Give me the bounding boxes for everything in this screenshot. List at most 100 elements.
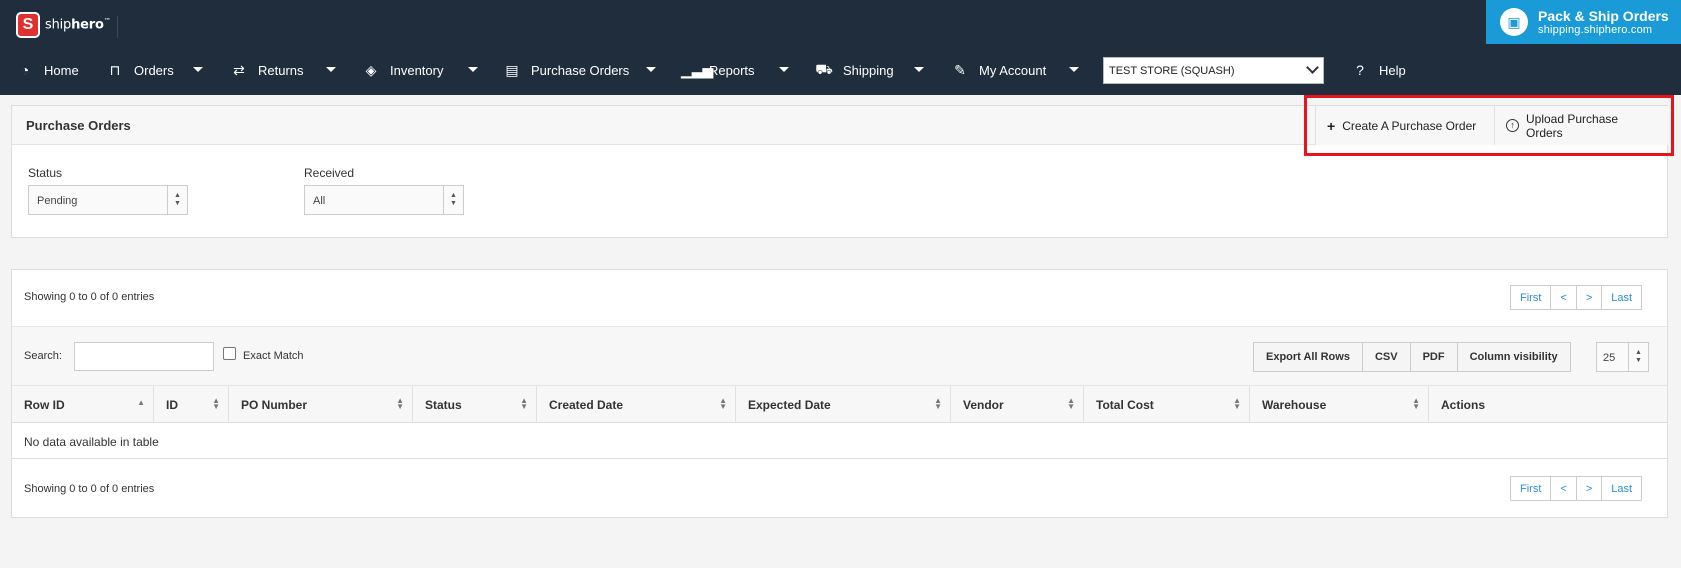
- signal-icon: ▁▃▅: [681, 61, 714, 78]
- sort-icon: ▲ ▼: [1233, 396, 1241, 411]
- column-header-warehouse[interactable]: Warehouse ▲ ▼: [1250, 386, 1429, 423]
- status-filter-select[interactable]: Pending ▲ ▼: [28, 185, 188, 215]
- column-header-label: Vendor: [963, 398, 1004, 412]
- pdf-button[interactable]: PDF: [1409, 342, 1458, 372]
- table-info-bottom: Showing 0 to 0 of 0 entries: [24, 483, 155, 495]
- received-filter-select[interactable]: All ▲ ▼: [304, 185, 464, 215]
- upload-purchase-orders-label: Upload Purchase Orders: [1526, 111, 1619, 140]
- nav-reports[interactable]: ▁▃▅ Reports: [681, 54, 755, 86]
- sort-icon: ▲ ▼: [520, 396, 528, 411]
- table-info-top: Showing 0 to 0 of 0 entries: [24, 291, 155, 303]
- panel-header: Purchase Orders + Create A Purchase Orde…: [12, 106, 1669, 145]
- purchase-orders-caret-icon[interactable]: [646, 67, 656, 72]
- column-header-status[interactable]: Status ▲ ▼: [413, 386, 537, 423]
- pager-last-button[interactable]: Last: [1601, 285, 1643, 310]
- sort-icon: ▲ ▼: [719, 396, 727, 411]
- nav-orders[interactable]: ⊓ Orders: [106, 54, 174, 86]
- pager-prev-button[interactable]: <: [1550, 285, 1577, 310]
- nav-help-label: Help: [1379, 62, 1406, 78]
- pager-first-button[interactable]: First: [1510, 476, 1552, 501]
- pager-first-button[interactable]: First: [1510, 285, 1552, 310]
- brand-tm: ™: [103, 17, 111, 26]
- purchase-orders-table-panel: Showing 0 to 0 of 0 entries First < > La…: [11, 269, 1668, 518]
- pagination-top: First < > Last: [1510, 285, 1643, 310]
- brand-name: shiphero™: [45, 17, 111, 32]
- nav-my-account[interactable]: ✎ My Account: [951, 54, 1046, 86]
- store-select[interactable]: TEST STORE (SQUASH): [1103, 57, 1324, 84]
- nav-help[interactable]: ? Help: [1351, 54, 1406, 86]
- table-toolbar: Search: Exact Match Export All Rows CSV …: [12, 326, 1667, 386]
- nav-inventory[interactable]: ◈ Inventory: [362, 54, 444, 86]
- search-input[interactable]: [74, 342, 214, 371]
- inbox-icon: ⊓: [109, 61, 121, 78]
- upload-circle-icon: ↑: [1506, 119, 1519, 132]
- promo-subtitle: shipping.shiphero.com: [1538, 23, 1653, 36]
- column-header-label: Expected Date: [748, 398, 831, 412]
- create-purchase-order-button[interactable]: + Create A Purchase Order: [1315, 106, 1495, 145]
- inventory-caret-icon[interactable]: [468, 67, 478, 72]
- sort-asc-icon: ▲: [137, 398, 145, 407]
- pack-ship-promo-button[interactable]: ▣ Pack & Ship Orders shipping.shiphero.c…: [1486, 0, 1681, 44]
- pager-next-button[interactable]: >: [1575, 285, 1603, 310]
- column-header-row-id[interactable]: Row ID ▲: [12, 386, 154, 423]
- pager-last-button[interactable]: Last: [1601, 476, 1643, 501]
- column-header-vendor[interactable]: Vendor ▲ ▼: [951, 386, 1084, 423]
- reports-caret-icon[interactable]: [779, 67, 789, 72]
- question-circle-icon: ?: [1356, 62, 1364, 78]
- nav-home-label: Home: [44, 62, 79, 78]
- nav-returns[interactable]: ⇄ Returns: [230, 54, 304, 86]
- nav-returns-label: Returns: [258, 62, 304, 78]
- column-header-created-date[interactable]: Created Date ▲ ▼: [537, 386, 736, 423]
- orders-caret-icon[interactable]: [193, 67, 203, 72]
- top-header: S shiphero™ ▣ Pack & Ship Orders shippin…: [0, 0, 1681, 95]
- table-header: Row ID ▲ ID ▲ ▼ PO Number ▲ ▼ Status ▲ ▼ Cr…: [12, 386, 1667, 423]
- sort-icon: ▲ ▼: [212, 396, 220, 411]
- column-header-id[interactable]: ID ▲ ▼: [154, 386, 229, 423]
- box-icon: ▣: [1500, 8, 1528, 36]
- nav-inventory-label: Inventory: [390, 62, 444, 78]
- nav-shipping-label: Shipping: [843, 62, 894, 78]
- nav-shipping[interactable]: ⛟ Shipping: [815, 54, 894, 86]
- sort-icon: ▲ ▼: [396, 396, 404, 411]
- shiphero-logo[interactable]: S shiphero™: [16, 10, 111, 40]
- exact-match-label: Exact Match: [243, 350, 304, 362]
- purchase-orders-filter-panel: Purchase Orders + Create A Purchase Orde…: [11, 105, 1669, 238]
- column-header-label: Status: [425, 398, 462, 412]
- export-all-rows-button[interactable]: Export All Rows: [1253, 342, 1363, 372]
- dashboard-icon: ◔: [20, 62, 30, 78]
- nav-my-account-label: My Account: [979, 62, 1047, 78]
- main-nav: ◔ Home ⊓ Orders ⇄ Returns ◈ Inventory ▤ …: [0, 54, 1681, 86]
- column-header-expected-date[interactable]: Expected Date ▲ ▼: [736, 386, 951, 423]
- nav-home[interactable]: ◔ Home: [16, 54, 79, 86]
- csv-button[interactable]: CSV: [1361, 342, 1411, 372]
- pager-prev-button[interactable]: <: [1550, 476, 1577, 501]
- my-account-caret-icon[interactable]: [1069, 67, 1079, 72]
- exact-match-checkbox[interactable]: [223, 347, 236, 360]
- pager-next-button[interactable]: >: [1575, 476, 1603, 501]
- export-buttons: Export All Rows CSV PDF Column visibilit…: [1253, 342, 1571, 372]
- column-header-total-cost[interactable]: Total Cost ▲ ▼: [1084, 386, 1250, 423]
- column-header-actions: Actions: [1429, 386, 1669, 423]
- nav-reports-label: Reports: [709, 62, 755, 78]
- promo-title: Pack & Ship Orders: [1538, 7, 1669, 24]
- received-filter-value: All: [313, 195, 326, 207]
- select-arrows-icon: ▲ ▼: [167, 186, 187, 214]
- shipping-caret-icon[interactable]: [914, 67, 924, 72]
- column-visibility-button[interactable]: Column visibility: [1456, 342, 1571, 372]
- nav-purchase-orders[interactable]: ▤ Purchase Orders: [503, 54, 629, 86]
- chevron-down-icon: [1306, 61, 1319, 74]
- archive-icon: ▤: [505, 61, 519, 78]
- store-select-value: TEST STORE (SQUASH): [1109, 65, 1235, 77]
- sort-icon: ▲ ▼: [1067, 396, 1075, 411]
- sort-icon: ▲ ▼: [934, 396, 942, 411]
- column-header-po-number[interactable]: PO Number ▲ ▼: [229, 386, 413, 423]
- page-length-value: 25: [1603, 352, 1616, 364]
- upload-purchase-orders-button[interactable]: ↑ Upload Purchase Orders: [1494, 106, 1669, 145]
- wrench-icon: ✎: [954, 61, 966, 78]
- truck-icon: ⛟: [815, 60, 833, 77]
- returns-caret-icon[interactable]: [326, 67, 336, 72]
- page-length-select[interactable]: 25 ▲ ▼: [1596, 342, 1649, 372]
- plus-icon: +: [1327, 117, 1336, 134]
- status-filter-label: Status: [28, 166, 63, 180]
- exchange-icon: ⇄: [233, 61, 245, 78]
